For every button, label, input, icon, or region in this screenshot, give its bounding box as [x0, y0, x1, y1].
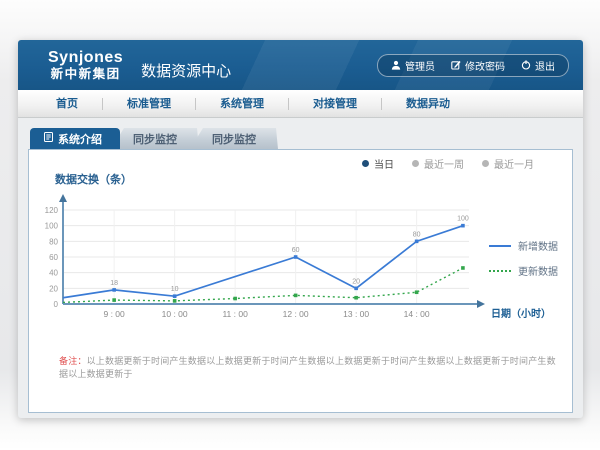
- power-icon: [521, 60, 531, 70]
- radio-dot-icon: [412, 160, 419, 167]
- svg-text:100: 100: [457, 216, 469, 223]
- tab-sync-monitor-1[interactable]: 同步监控: [111, 128, 199, 149]
- main-nav: 首页 标准管理 系统管理 对接管理 数据异动: [18, 90, 583, 118]
- svg-text:20: 20: [49, 284, 58, 293]
- logo-text-en: Synjones: [48, 49, 123, 67]
- legend-item-new-data[interactable]: 新增数据: [489, 238, 558, 253]
- nav-item-data-change[interactable]: 数据异动: [382, 98, 474, 110]
- tab-bar: 系统介绍 同步监控 同步监控: [30, 128, 573, 149]
- user-icon: [391, 60, 401, 70]
- period-option-today[interactable]: 当日: [362, 156, 394, 171]
- y-axis-title: 数据交换（条）: [55, 171, 132, 187]
- svg-text:12 : 00: 12 : 00: [283, 309, 309, 319]
- period-option-last-week-label: 最近一周: [424, 156, 464, 171]
- period-selector: 当日 最近一周 最近一月: [362, 156, 534, 171]
- svg-text:9 : 00: 9 : 00: [104, 309, 126, 319]
- legend-new-data-label: 新增数据: [518, 238, 558, 253]
- period-option-last-week[interactable]: 最近一周: [412, 156, 464, 171]
- nav-item-home[interactable]: 首页: [32, 98, 103, 110]
- svg-text:120: 120: [45, 206, 59, 215]
- nav-item-standard-mgmt[interactable]: 标准管理: [103, 98, 196, 110]
- tab-sync-monitor-1-label: 同步监控: [133, 131, 177, 147]
- logout-label: 退出: [535, 58, 555, 73]
- user-toolbar: 管理员 修改密码 退出: [377, 54, 569, 77]
- tab-sync-monitor-2-label: 同步监控: [212, 131, 256, 147]
- tab-system-intro[interactable]: 系统介绍: [30, 128, 120, 149]
- svg-text:10: 10: [171, 286, 179, 293]
- footnote-prefix: 备注：: [59, 356, 87, 366]
- nav-item-system-mgmt[interactable]: 系统管理: [196, 98, 289, 110]
- company-logo: Synjones 新中新集团: [48, 49, 123, 82]
- change-password-label: 修改密码: [465, 58, 505, 73]
- svg-text:80: 80: [413, 231, 421, 238]
- logo-text-cn: 新中新集团: [48, 67, 123, 81]
- svg-text:0: 0: [54, 300, 59, 309]
- svg-text:100: 100: [45, 222, 59, 231]
- page-title: 数据资源中心: [141, 50, 231, 81]
- svg-text:13 : 00: 13 : 00: [343, 309, 369, 319]
- radio-dot-icon: [482, 160, 489, 167]
- svg-text:60: 60: [49, 253, 58, 262]
- svg-text:11 : 00: 11 : 00: [222, 309, 248, 319]
- content-area: 系统介绍 同步监控 同步监控 当日 最近一周: [18, 118, 583, 413]
- period-option-today-label: 当日: [374, 156, 394, 171]
- nav-item-interface-mgmt[interactable]: 对接管理: [289, 98, 382, 110]
- chart-panel: 当日 最近一周 最近一月 数据交换（条） 0 20 40 60 80 100 120 9 : …: [28, 149, 573, 413]
- legend-update-data-label: 更新数据: [518, 263, 558, 278]
- document-icon: [44, 132, 53, 145]
- svg-text:40: 40: [49, 269, 58, 278]
- logout-button[interactable]: 退出: [521, 58, 555, 73]
- svg-text:80: 80: [49, 237, 58, 246]
- svg-text:10 : 00: 10 : 00: [162, 309, 188, 319]
- period-option-last-month[interactable]: 最近一月: [482, 156, 534, 171]
- svg-text:60: 60: [292, 247, 300, 254]
- footnote-text: 以上数据更新于时间产生数据以上数据更新于时间产生数据以上数据更新于时间产生数据以…: [59, 356, 556, 379]
- admin-user-label: 管理员: [405, 58, 435, 73]
- period-option-last-month-label: 最近一月: [494, 156, 534, 171]
- app-header: Synjones 新中新集团 数据资源中心 管理员 修改密码 退出: [18, 40, 583, 90]
- admin-user-button[interactable]: 管理员: [391, 58, 435, 73]
- tab-sync-monitor-2[interactable]: 同步监控: [190, 128, 278, 149]
- chart-legend: 新增数据 更新数据: [489, 238, 558, 288]
- dotted-line-sample-icon: [489, 270, 511, 272]
- change-password-button[interactable]: 修改密码: [451, 58, 505, 73]
- radio-dot-selected-icon: [362, 160, 369, 167]
- footnote: 备注：以上数据更新于时间产生数据以上数据更新于时间产生数据以上数据更新于时间产生…: [59, 354, 556, 380]
- solid-line-sample-icon: [489, 245, 511, 247]
- svg-text:日期（小时）: 日期（小时）: [491, 307, 551, 320]
- tab-system-intro-label: 系统介绍: [58, 131, 102, 147]
- svg-text:20: 20: [352, 278, 360, 285]
- legend-item-update-data[interactable]: 更新数据: [489, 263, 558, 278]
- svg-text:18: 18: [110, 280, 118, 287]
- app-window: Synjones 新中新集团 数据资源中心 管理员 修改密码 退出: [18, 40, 583, 418]
- edit-icon: [451, 60, 461, 70]
- svg-text:14 : 00: 14 : 00: [404, 309, 430, 319]
